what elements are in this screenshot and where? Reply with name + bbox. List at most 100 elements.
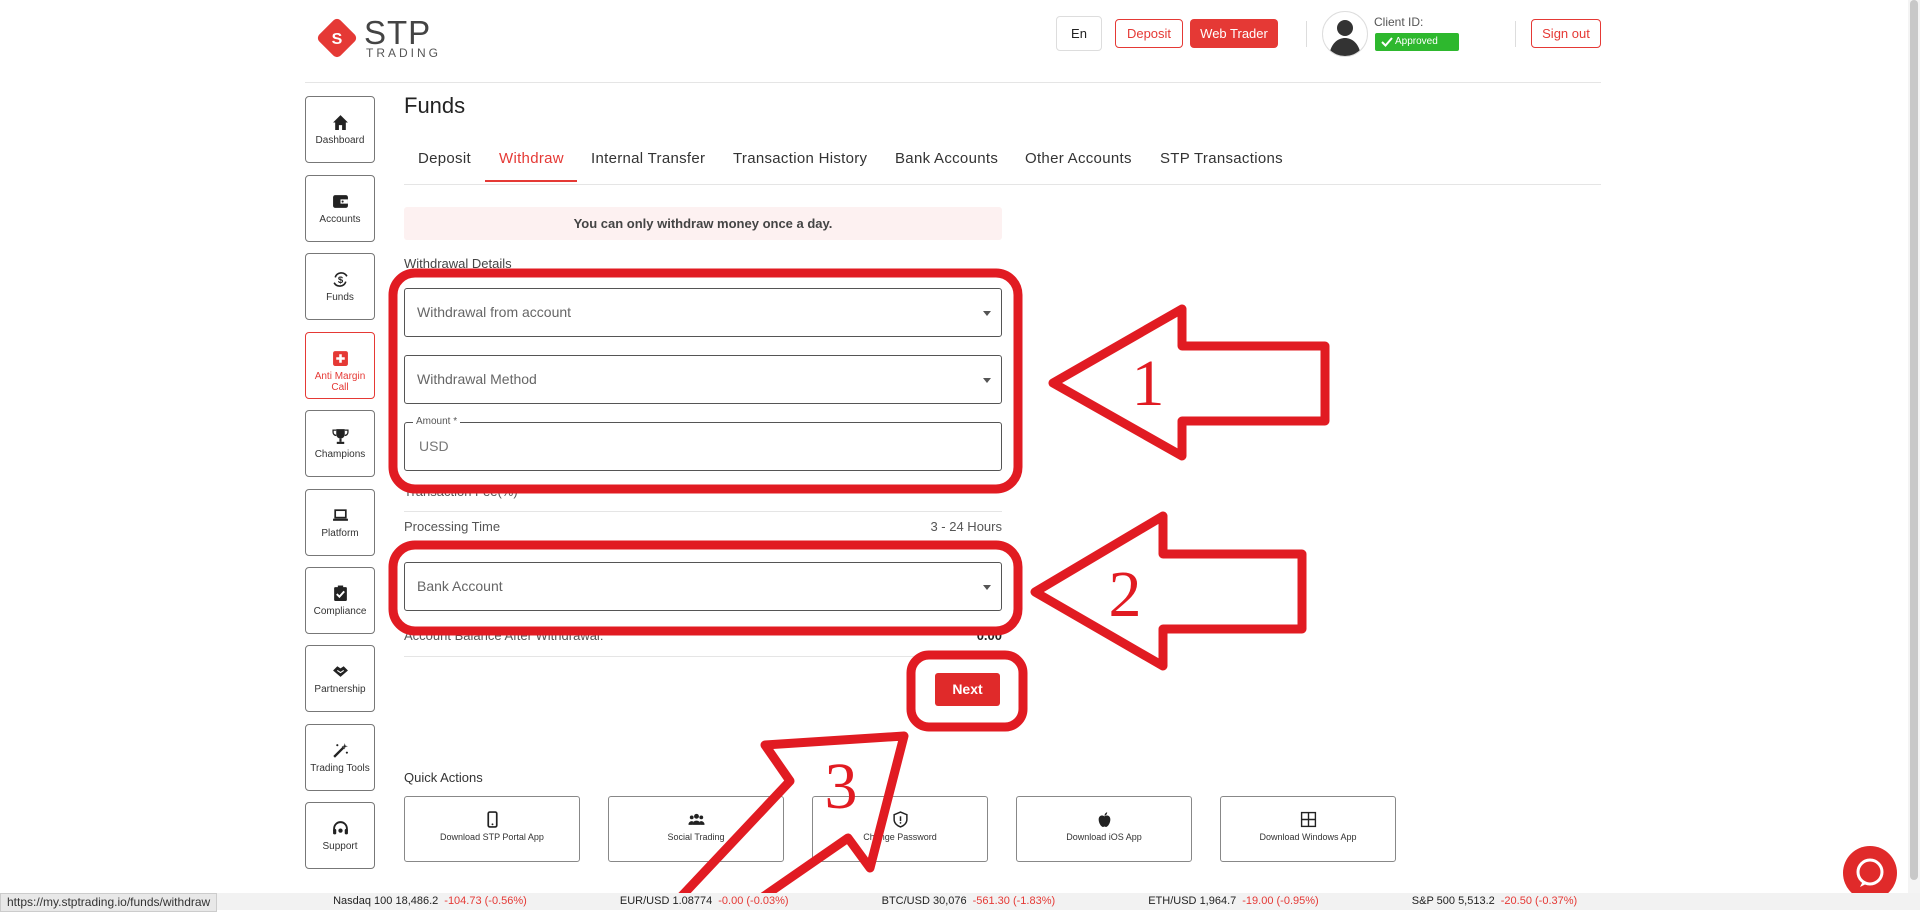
sidebar-item-champions[interactable]: Champions xyxy=(305,410,375,477)
next-button[interactable]: Next xyxy=(935,673,1000,706)
sidebar-item-label: Accounts xyxy=(319,214,361,225)
active-tab-indicator xyxy=(485,180,577,182)
row-divider xyxy=(404,545,1002,546)
quick-action-label: Social Trading xyxy=(667,832,725,842)
download-windows-app-card[interactable]: Download Windows App xyxy=(1220,796,1396,862)
magic-wand-icon xyxy=(332,743,348,758)
caret-down-icon xyxy=(983,585,991,590)
marker-1: 1 xyxy=(1132,347,1165,420)
sidebar-item-label: Compliance xyxy=(313,606,367,617)
sidebar-item-label: Funds xyxy=(326,292,354,303)
handshake-icon xyxy=(332,666,348,677)
plus-box-icon xyxy=(332,351,348,366)
stp-logo-mark: S xyxy=(317,18,357,58)
sidebar-item-compliance[interactable]: Compliance xyxy=(305,567,375,634)
download-portal-app-card[interactable]: Download STP Portal App xyxy=(404,796,580,862)
chat-button[interactable] xyxy=(1843,846,1897,900)
status-badge: Approved xyxy=(1375,33,1459,51)
headset-icon xyxy=(332,821,348,835)
avatar[interactable] xyxy=(1322,11,1368,57)
sidebar-item-label: Champions xyxy=(314,449,366,460)
tabs-divider xyxy=(404,184,1601,185)
sidebar-item-accounts[interactable]: Accounts xyxy=(305,175,375,242)
header-divider-line xyxy=(305,82,1601,83)
row-divider xyxy=(404,656,1002,657)
processing-time-label: Processing Time xyxy=(404,519,501,534)
sidebar-item-trading-tools[interactable]: Trading Tools xyxy=(305,724,375,791)
select-placeholder: Bank Account xyxy=(417,578,503,594)
users-icon xyxy=(688,813,704,825)
home-icon xyxy=(332,115,348,130)
quick-actions-title: Quick Actions xyxy=(404,770,483,785)
web-trader-button[interactable]: Web Trader xyxy=(1190,19,1278,48)
marker-2: 2 xyxy=(1109,558,1142,631)
sidebar-item-label: Anti Margin Call xyxy=(314,371,366,393)
amount-label: Amount * xyxy=(413,416,461,427)
quick-action-label: Change Password xyxy=(863,832,937,842)
client-id-label: Client ID: xyxy=(1374,15,1424,29)
user-silhouette-icon xyxy=(1329,20,1361,56)
amount-input[interactable] xyxy=(417,437,821,455)
smartphone-icon xyxy=(486,811,498,828)
sidebar-item-partnership[interactable]: Partnership xyxy=(305,645,375,712)
withdrawal-method-select[interactable]: Withdrawal Method xyxy=(404,355,1002,404)
wallet-icon xyxy=(332,195,348,208)
sidebar-item-label: Partnership xyxy=(314,684,366,695)
chat-bubble-icon xyxy=(1856,858,1884,887)
sidebar-item-label: Platform xyxy=(321,528,359,539)
status-text: Approved xyxy=(1395,36,1438,47)
market-ticker: Nasdaq 100 18,486.2 -104.73 (-0.56%) EUR/… xyxy=(0,893,1920,910)
tab-stp-transactions[interactable]: STP Transactions xyxy=(1160,150,1283,167)
ticker-item[interactable]: ETH/USD 1,964.7 -19.00 (-0.95%) xyxy=(1148,893,1318,910)
ticker-item[interactable]: S&P 500 5,513.2 -20.50 (-0.37%) xyxy=(1412,893,1577,910)
funds-icon: $ xyxy=(332,272,348,287)
sidebar-item-funds[interactable]: $ Funds xyxy=(305,253,375,320)
tab-transaction-history[interactable]: Transaction History xyxy=(733,150,867,167)
sidebar-item-support[interactable]: Support xyxy=(305,802,375,869)
quick-action-label: Download STP Portal App xyxy=(440,832,544,842)
laptop-icon xyxy=(332,509,348,521)
header-deposit-button[interactable]: Deposit xyxy=(1115,19,1183,48)
social-trading-card[interactable]: Social Trading xyxy=(608,796,784,862)
ticker-item[interactable]: BTC/USD 30,076 -561.30 (-1.83%) xyxy=(882,893,1056,910)
quick-action-label: Download iOS App xyxy=(1066,832,1142,842)
bank-account-select[interactable]: Bank Account xyxy=(404,562,1002,611)
sidebar-item-label: Dashboard xyxy=(315,135,365,146)
download-ios-app-card[interactable]: Download iOS App xyxy=(1016,796,1192,862)
svg-text:S: S xyxy=(332,31,343,48)
transaction-fee-label: Transaction Fee(%) xyxy=(404,484,518,499)
arrow-2 xyxy=(1030,511,1307,671)
sidebar-item-anti-margin-call[interactable]: Anti Margin Call xyxy=(305,332,375,399)
ticker-item[interactable]: Nasdaq 100 18,486.2 -104.73 (-0.56%) xyxy=(333,893,527,910)
balance-after-value: 0.00 xyxy=(976,628,1002,643)
tab-other-accounts[interactable]: Other Accounts xyxy=(1025,150,1132,167)
balance-after-label: Account Balance After Withdrawal: xyxy=(404,628,604,643)
caret-down-icon xyxy=(983,378,991,383)
header-divider xyxy=(1515,21,1516,47)
tab-bank-accounts[interactable]: Bank Accounts xyxy=(895,150,998,167)
change-password-card[interactable]: Change Password xyxy=(812,796,988,862)
tab-withdraw[interactable]: Withdraw xyxy=(499,150,564,167)
page-scrollbar-thumb[interactable] xyxy=(1910,0,1918,880)
logo-subtext: TRADING xyxy=(366,46,441,60)
select-placeholder: Withdrawal from account xyxy=(417,304,572,320)
sidebar-item-label: Support xyxy=(322,841,358,852)
select-placeholder: Withdrawal Method xyxy=(417,371,537,387)
amount-field[interactable]: Amount * xyxy=(404,416,1002,471)
sidebar-item-dashboard[interactable]: Dashboard xyxy=(305,96,375,163)
trophy-icon xyxy=(331,429,349,444)
withdrawal-from-account-select[interactable]: Withdrawal from account xyxy=(404,288,1002,337)
apple-icon xyxy=(1098,812,1110,827)
tab-deposit[interactable]: Deposit xyxy=(418,150,471,167)
tab-internal-transfer[interactable]: Internal Transfer xyxy=(591,150,705,167)
shield-icon xyxy=(892,811,908,828)
ticker-item[interactable]: EUR/USD 1.08774 -0.00 (-0.03%) xyxy=(620,893,789,910)
svg-text:$: $ xyxy=(337,275,343,286)
header-divider xyxy=(1306,21,1307,47)
sign-out-button[interactable]: Sign out xyxy=(1531,19,1601,48)
clipboard-check-icon xyxy=(333,585,347,601)
sidebar-item-platform[interactable]: Platform xyxy=(305,489,375,556)
sidebar-item-label: Trading Tools xyxy=(310,763,370,774)
language-button[interactable]: En xyxy=(1056,16,1102,51)
status-bar-url: https://my.stptrading.io/funds/withdraw xyxy=(0,893,218,912)
